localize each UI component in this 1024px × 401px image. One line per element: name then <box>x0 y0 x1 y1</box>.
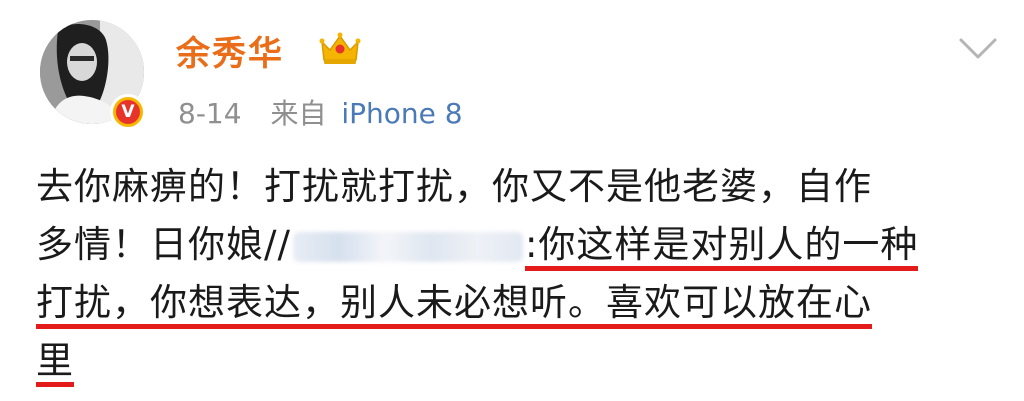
content-line-2: 多情！日你娘// :你这样是对别人的一种 <box>36 216 996 274</box>
content-line-4: 里 <box>36 332 996 390</box>
post-content: 去你麻痹的！打扰就打扰，你又不是他老婆，自作 多情！日你娘// :你这样是对别人的… <box>36 158 996 390</box>
underlined-text: 里 <box>36 339 74 387</box>
content-text: 去你麻痹的！打扰就打扰，你又不是他老婆，自作 <box>36 165 872 208</box>
author-name[interactable]: 余秀华 <box>176 26 284 75</box>
chevron-down-icon[interactable] <box>958 36 998 62</box>
verified-badge-icon: V <box>110 94 146 130</box>
verified-mark: V <box>116 100 140 124</box>
content-line-1: 去你麻痹的！打扰就打扰，你又不是他老婆，自作 <box>36 158 996 216</box>
source-link[interactable]: iPhone 8 <box>341 97 462 130</box>
content-line-3: 打扰，你想表达，别人未必想听。喜欢可以放在心 <box>36 274 996 332</box>
source-prefix: 来自 <box>270 97 327 130</box>
underlined-text: :你这样是对别人的一种 <box>524 223 919 271</box>
crown-icon[interactable] <box>318 30 362 66</box>
post-date: 8-14 <box>178 97 242 130</box>
weibo-post: V 余秀华 8-14 来自 iPhone 8 去你麻痹的！打扰就打扰，你又不是他… <box>0 0 1024 401</box>
content-text: 多情！日你娘// <box>36 223 291 266</box>
post-meta: 8-14 来自 iPhone 8 <box>178 92 463 132</box>
redacted-username <box>292 231 523 262</box>
underlined-text: 打扰，你想表达，别人未必想听。喜欢可以放在心 <box>36 281 872 329</box>
